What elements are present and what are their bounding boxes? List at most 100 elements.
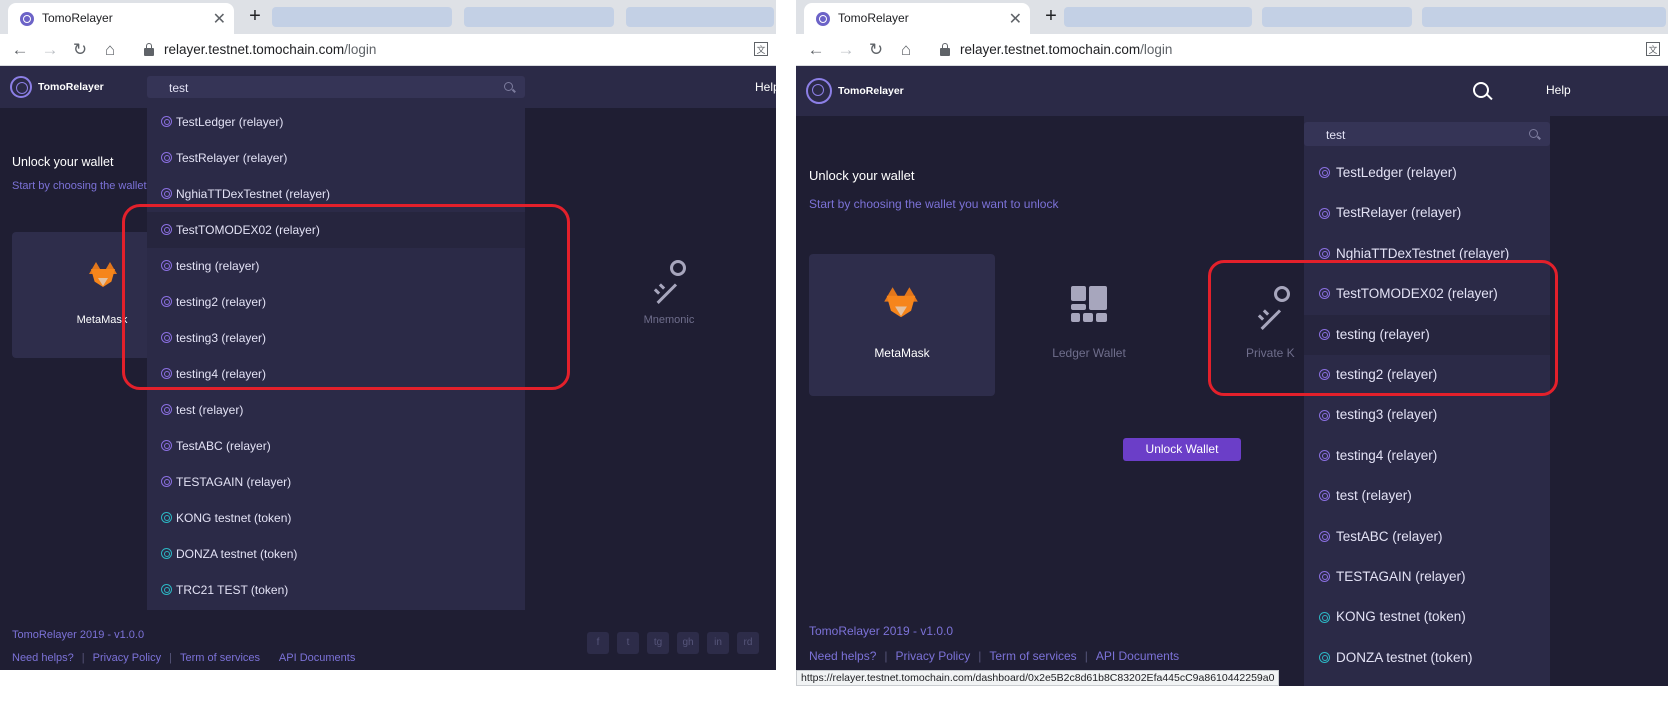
- red-highlight-box: [122, 204, 570, 390]
- relayer-icon: [1319, 409, 1330, 421]
- search-result-label: TESTAGAIN (relayer): [1336, 569, 1466, 585]
- background-tab[interactable]: [1064, 7, 1252, 27]
- search-result-item[interactable]: test (relayer): [1304, 476, 1550, 516]
- search-icon[interactable]: [1529, 129, 1538, 138]
- forward-arrow-icon[interactable]: →: [40, 40, 60, 60]
- wallet-card-metamask[interactable]: MetaMask: [809, 254, 995, 396]
- browser-tab[interactable]: TomoRelayer ✕: [804, 3, 1030, 34]
- relayer-icon: [1319, 490, 1330, 502]
- address-bar[interactable]: relayer.testnet.tomochain.com/login: [960, 42, 1172, 57]
- search-result-item[interactable]: TestLedger (relayer): [147, 104, 525, 140]
- search-icon[interactable]: [504, 82, 513, 91]
- search-result-item[interactable]: DONZA testnet (token): [147, 536, 525, 572]
- background-tab[interactable]: [626, 7, 774, 27]
- home-icon[interactable]: ⌂: [896, 40, 916, 60]
- help-link[interactable]: Help: [1546, 83, 1571, 97]
- search-result-item[interactable]: KONG testnet (token): [1304, 597, 1550, 637]
- search-input[interactable]: test: [147, 76, 525, 98]
- search-result-item[interactable]: TestABC (relayer): [1304, 517, 1550, 557]
- search-result-item[interactable]: TestRelayer (relayer): [1304, 193, 1550, 233]
- reload-icon[interactable]: ↻: [70, 40, 90, 60]
- telegram-icon[interactable]: tg: [647, 632, 669, 654]
- footer-link-terms[interactable]: Term of services: [180, 652, 260, 664]
- search-icon[interactable]: [1473, 82, 1489, 98]
- brand-name[interactable]: TomoRelayer: [838, 85, 904, 97]
- search-result-item[interactable]: TestABC (relayer): [147, 428, 525, 464]
- search-result-item[interactable]: TestRelayer (relayer): [147, 140, 525, 176]
- search-result-item[interactable]: TESTAGAIN (relayer): [1304, 557, 1550, 597]
- footer-link-privacy[interactable]: Privacy Policy: [93, 652, 161, 664]
- lock-icon: [144, 43, 154, 56]
- background-tab[interactable]: [464, 7, 614, 27]
- footer-link-api[interactable]: API Documents: [279, 652, 355, 664]
- search-result-item[interactable]: DONZA testnet (token): [1304, 638, 1550, 678]
- search-result-label: KONG testnet (token): [1336, 609, 1466, 625]
- token-icon: [161, 512, 172, 523]
- footer-link-help[interactable]: Need helps?: [12, 652, 74, 664]
- relayer-icon: [1319, 167, 1330, 179]
- search-result-item[interactable]: TRC21 TEST (token): [147, 572, 525, 608]
- search-input[interactable]: test: [1304, 122, 1550, 146]
- brand-name[interactable]: TomoRelayer: [38, 81, 104, 93]
- search-result-label: KONG testnet (token): [176, 510, 292, 525]
- reddit-icon[interactable]: rd: [737, 632, 759, 654]
- search-result-item[interactable]: testing3 (relayer): [1304, 395, 1550, 435]
- search-result-label: testing3 (relayer): [1336, 407, 1438, 423]
- new-tab-button[interactable]: +: [244, 6, 266, 28]
- forward-arrow-icon[interactable]: →: [836, 40, 856, 60]
- background-tab[interactable]: [272, 7, 452, 27]
- help-link[interactable]: Help: [755, 80, 776, 94]
- facebook-icon[interactable]: f: [587, 632, 609, 654]
- token-icon: [1319, 651, 1330, 663]
- home-icon[interactable]: ⌂: [100, 40, 120, 60]
- twitter-icon[interactable]: t: [617, 632, 639, 654]
- tomorelayer-logo-icon[interactable]: [806, 78, 832, 104]
- footer-link-privacy[interactable]: Privacy Policy: [896, 649, 971, 663]
- relayer-icon: [161, 152, 172, 163]
- unlock-title: Unlock your wallet: [809, 168, 915, 183]
- tomorelayer-logo-icon[interactable]: [10, 76, 32, 98]
- unlock-wallet-button[interactable]: Unlock Wallet: [1123, 438, 1241, 461]
- background-tab[interactable]: [1422, 7, 1666, 27]
- wallet-card-mnemonic[interactable]: Mnemonic: [576, 232, 762, 358]
- translate-icon[interactable]: 文: [754, 42, 768, 56]
- unlock-title: Unlock your wallet: [12, 155, 114, 169]
- right-browser-window: TomoRelayer ✕ + ← → ↻ ⌂ relayer.testnet.…: [796, 0, 1668, 686]
- search-result-item[interactable]: testing4 (relayer): [1304, 436, 1550, 476]
- token-icon: [1319, 611, 1330, 623]
- relayer-icon: [161, 476, 172, 487]
- new-tab-button[interactable]: +: [1040, 6, 1062, 28]
- search-result-item[interactable]: TestLedger (relayer): [1304, 153, 1550, 193]
- footer-link-terms[interactable]: Term of services: [989, 649, 1076, 663]
- search-result-item[interactable]: TESTAGAIN (relayer): [147, 464, 525, 500]
- search-results-dropdown: test TestLedger (relayer) TestRelayer (re…: [1304, 116, 1550, 686]
- tab-bar: TomoRelayer ✕ +: [796, 0, 1668, 34]
- relayer-icon: [1319, 530, 1330, 542]
- token-icon: [161, 548, 172, 559]
- footer-link-api[interactable]: API Documents: [1096, 649, 1179, 663]
- back-arrow-icon[interactable]: ←: [10, 40, 30, 60]
- address-bar[interactable]: relayer.testnet.tomochain.com/login: [164, 42, 376, 57]
- footer-links: Need helps? | Privacy Policy | Term of servi…: [809, 649, 1179, 663]
- browser-tab[interactable]: TomoRelayer ✕: [8, 3, 234, 34]
- footer-separator: |: [169, 652, 172, 664]
- search-result-item[interactable]: test (relayer): [147, 392, 525, 428]
- close-tab-icon[interactable]: ✕: [213, 9, 226, 29]
- footer-link-help[interactable]: Need helps?: [809, 649, 876, 663]
- wallet-card-ledger[interactable]: Ledger Wallet: [996, 254, 1182, 396]
- search-result-item[interactable]: KONG testnet (token): [147, 500, 525, 536]
- linkedin-icon[interactable]: in: [707, 632, 729, 654]
- status-bar-url: https://relayer.testnet.tomochain.com/da…: [796, 670, 1280, 686]
- back-arrow-icon[interactable]: ←: [806, 40, 826, 60]
- footer-links: Need helps? | Privacy Policy | Term of servi…: [12, 652, 355, 664]
- relayer-icon: [161, 404, 172, 415]
- search-value: test: [1326, 128, 1346, 142]
- github-icon[interactable]: gh: [677, 632, 699, 654]
- background-tab[interactable]: [1262, 7, 1412, 27]
- tab-bar: TomoRelayer ✕ +: [0, 0, 776, 34]
- close-tab-icon[interactable]: ✕: [1009, 9, 1022, 29]
- search-result-label: testing4 (relayer): [1336, 447, 1438, 463]
- translate-icon[interactable]: 文: [1646, 42, 1660, 56]
- address-toolbar: ← → ↻ ⌂ relayer.testnet.tomochain.com/lo…: [796, 34, 1668, 66]
- reload-icon[interactable]: ↻: [866, 40, 886, 60]
